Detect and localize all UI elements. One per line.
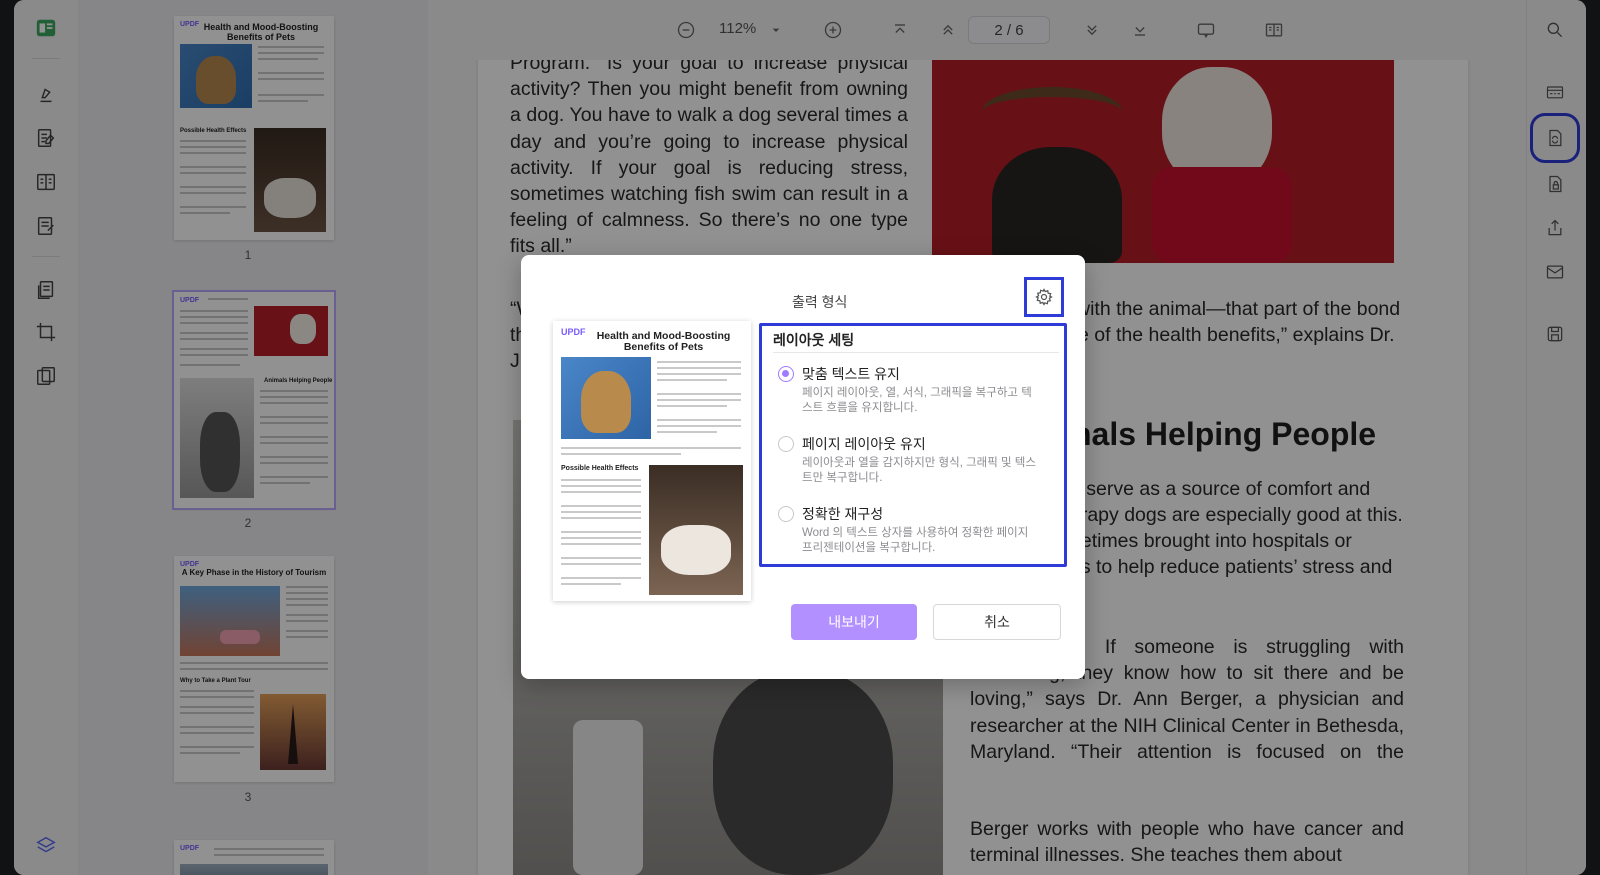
output-format-label: 출력 형식 [792, 294, 848, 310]
option-label: 맞춤 텍스트 유지 [802, 366, 900, 382]
option-description: Word 의 텍스트 상자를 사용하여 정확한 페이지 프리젠테이션을 복구합니… [802, 527, 1029, 554]
export-dialog: 출력 형식 UPDF Health and Mood-Boosting Bene… [521, 255, 1085, 679]
preview-subhead: Possible Health Effects [561, 465, 639, 472]
option-exact-reconstruction[interactable]: 정확한 재구성 Word 의 텍스트 상자를 사용하여 정확한 페이지 프리젠테… [778, 504, 1048, 564]
preview-title: Health and Mood-Boosting Benefits of Pet… [596, 330, 731, 353]
radio-button[interactable] [778, 506, 794, 522]
option-label: 정확한 재구성 [802, 506, 884, 522]
radio-button[interactable] [778, 366, 794, 382]
preview-dog-photo [649, 465, 743, 595]
option-keep-page-layout[interactable]: 페이지 레이아웃 유지 레이아웃과 열을 감지하지만 형식, 그래픽 및 텍스트… [778, 434, 1048, 494]
layout-settings-panel: 레이아웃 세팅 맞춤 텍스트 유지 페이지 레이아웃, 열, 서식, 그래픽을 … [759, 323, 1067, 567]
settings-gear-button[interactable] [1024, 277, 1064, 317]
option-description: 페이지 레이아웃, 열, 서식, 그래픽을 복구하고 텍스트 흐름을 유지합니다… [802, 387, 1032, 414]
gear-icon [1035, 288, 1053, 306]
option-label: 페이지 레이아웃 유지 [802, 436, 926, 452]
preview-cat-photo [561, 357, 651, 439]
format-preview: UPDF Health and Mood-Boosting Benefits o… [553, 321, 751, 601]
export-button[interactable]: 내보내기 [791, 604, 917, 640]
option-description: 레이아웃과 열을 감지하지만 형식, 그래픽 및 텍스트만 복구합니다. [802, 457, 1036, 484]
layout-settings-title: 레이아웃 세팅 [773, 332, 855, 348]
cancel-button[interactable]: 취소 [933, 604, 1061, 640]
radio-button[interactable] [778, 436, 794, 452]
option-keep-text-flow[interactable]: 맞춤 텍스트 유지 페이지 레이아웃, 열, 서식, 그래픽을 복구하고 텍스트… [778, 364, 1048, 424]
